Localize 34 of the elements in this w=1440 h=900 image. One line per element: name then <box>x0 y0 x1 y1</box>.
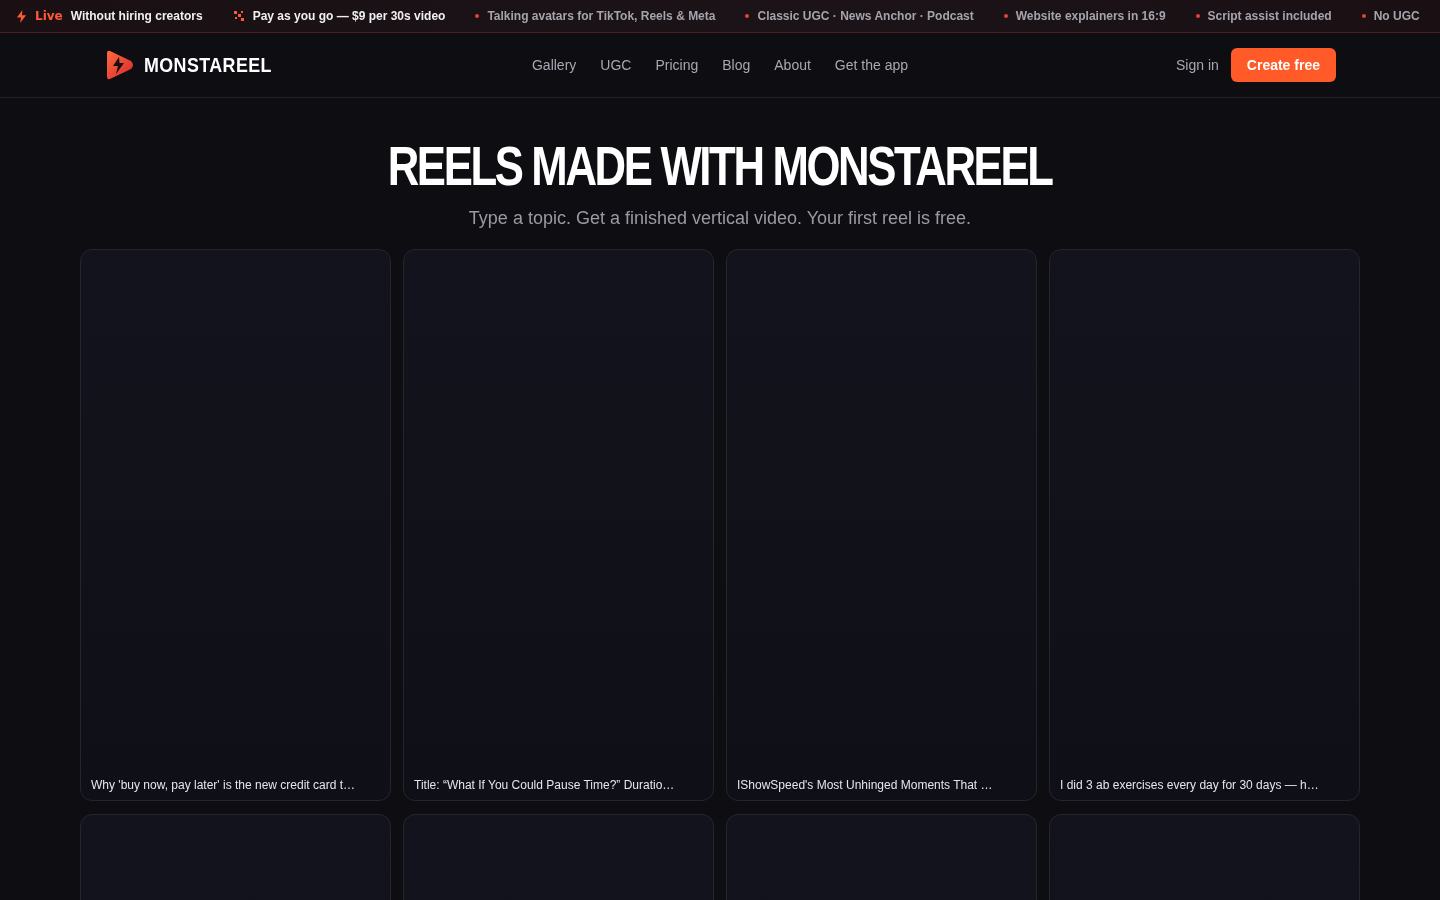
bullet-dot-icon <box>1003 14 1008 18</box>
video-card[interactable]: I did 3 ab exercises every day for 30 days — h… <box>1049 249 1360 801</box>
announcement-text: Talking avatars for TikTok, Reels & Meta <box>487 9 716 23</box>
live-label: Live <box>35 9 63 23</box>
video-card[interactable]: Title: “What If You Could Pause Time?” Duratio… <box>403 249 714 801</box>
logo-icon <box>104 49 136 81</box>
video-card[interactable]: Why 'buy now, pay later' is the new credit card t… <box>80 249 391 801</box>
nav-link[interactable]: Blog <box>722 57 751 73</box>
video-caption: IShowSpeed's Most Unhinged Moments That … <box>737 778 993 792</box>
nav-link[interactable]: Pricing <box>655 57 699 73</box>
video-card[interactable]: IShowSpeed's Most Unhinged Moments That … <box>726 249 1037 801</box>
page-title: REELS MADE WITH MONSTAREEL <box>388 133 1052 199</box>
announcement-text: Website explainers in 16:9 <box>1015 9 1166 23</box>
bullet-dot-icon <box>1361 14 1366 18</box>
nav-link[interactable]: Gallery <box>531 57 577 73</box>
video-caption: I did 3 ab exercises every day for 30 days — h… <box>1060 778 1319 792</box>
announcement-text: Classic UGC · News Anchor · Podcast <box>757 9 974 23</box>
announcement-text: Without hiring creators <box>70 9 203 23</box>
nav-link[interactable]: UGC <box>600 57 632 73</box>
announcement-text: No UGC <box>1373 9 1420 23</box>
brand-name[interactable]: MONSTAREEL <box>144 53 272 77</box>
page-subtitle: Type a topic. Get a finished vertical video. Your first reel is free. <box>468 208 972 229</box>
announcement-text: Script assist included <box>1207 9 1332 23</box>
video-caption: Title: “What If You Could Pause Time?” Duratio… <box>414 778 675 792</box>
lightning-icon <box>16 9 27 23</box>
sparkle-icon <box>232 10 245 22</box>
nav-link[interactable]: About <box>774 57 811 73</box>
sign-in-link[interactable]: Sign in <box>1176 57 1219 73</box>
bullet-dot-icon <box>475 14 480 18</box>
announcement-text: Pay as you go — $9 per 30s video <box>252 9 446 23</box>
bullet-dot-icon <box>1195 14 1200 18</box>
nav-link[interactable]: Get the app <box>834 57 909 73</box>
bullet-dot-icon <box>745 14 750 18</box>
video-caption: Why 'buy now, pay later' is the new credit card t… <box>91 778 356 792</box>
